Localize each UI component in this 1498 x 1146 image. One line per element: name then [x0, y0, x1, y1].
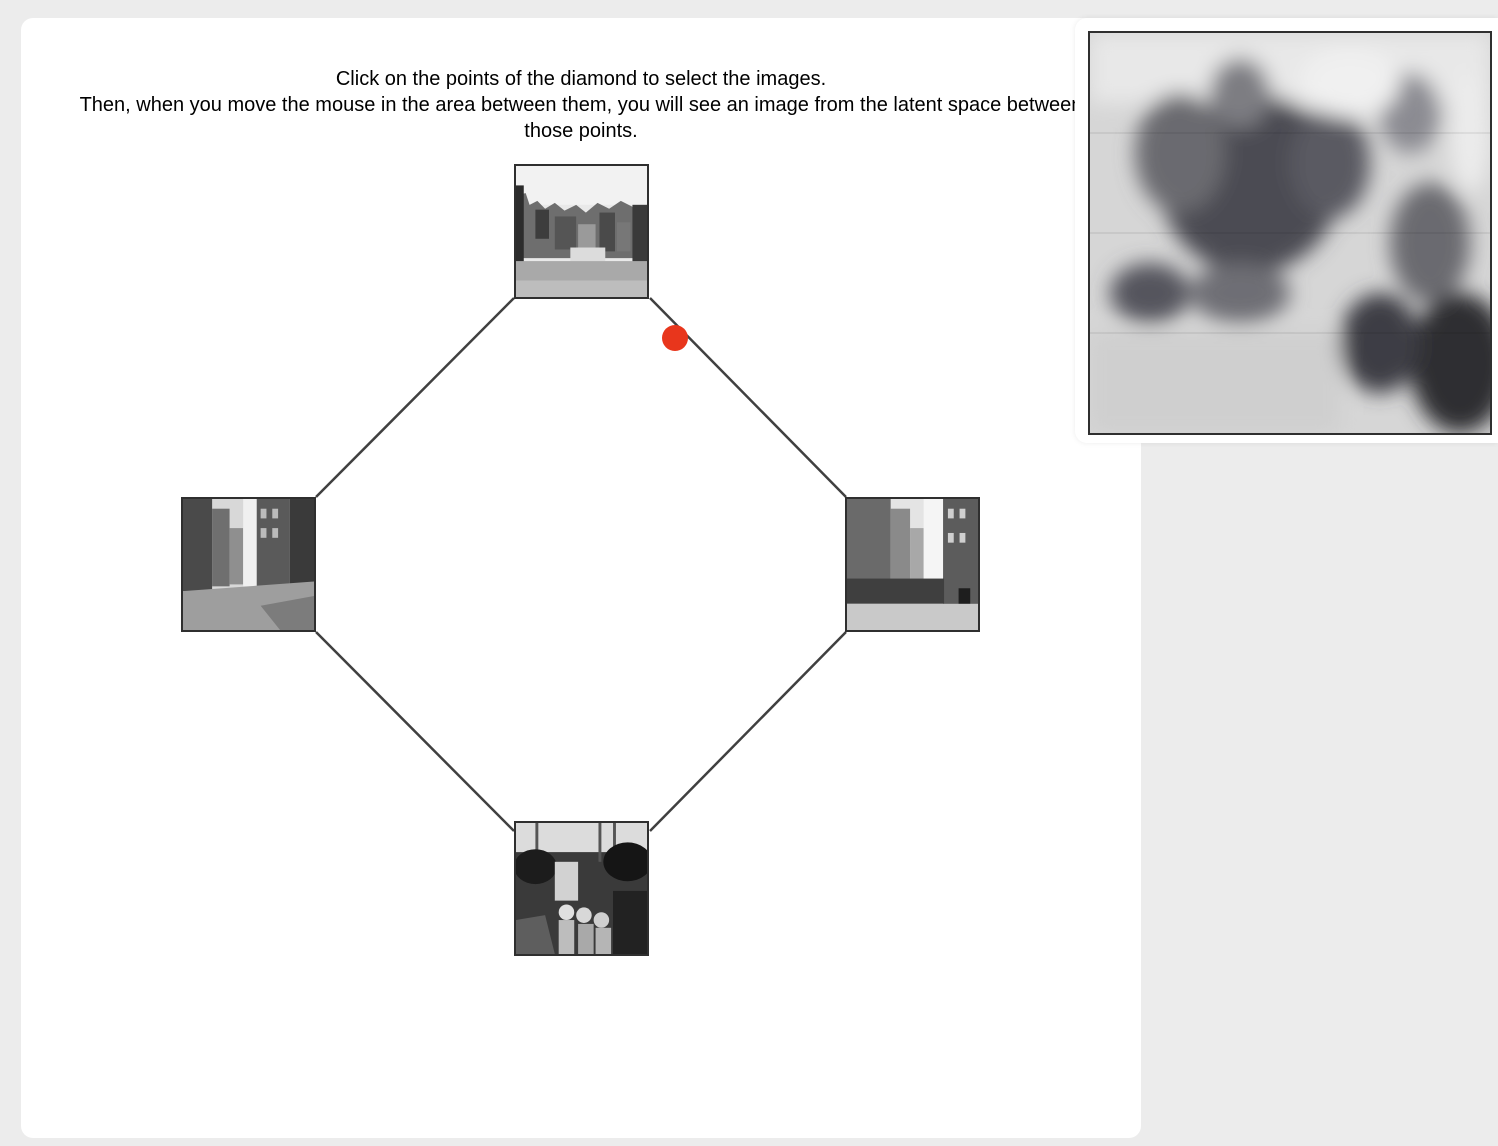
diamond-point-left[interactable] [181, 497, 316, 632]
instruction-line-2: Then, when you move the mouse in the are… [79, 94, 1083, 142]
town-buildings-photo [516, 166, 647, 297]
latent-preview-panel [1075, 18, 1498, 443]
diamond-point-right[interactable] [845, 497, 980, 632]
instructions: Click on the points of the diamond to se… [21, 66, 1141, 144]
latent-preview-image [1088, 31, 1492, 435]
crowded-street-photo [847, 499, 978, 630]
diamond-point-top[interactable] [514, 164, 649, 299]
instruction-line-1: Click on the points of the diamond to se… [335, 68, 827, 90]
blurry-latent-image [1090, 33, 1490, 433]
street-corner-photo [183, 499, 314, 630]
cursor-position-marker [662, 325, 688, 351]
crowd-photo [516, 823, 647, 954]
diamond-point-bottom[interactable] [514, 821, 649, 956]
